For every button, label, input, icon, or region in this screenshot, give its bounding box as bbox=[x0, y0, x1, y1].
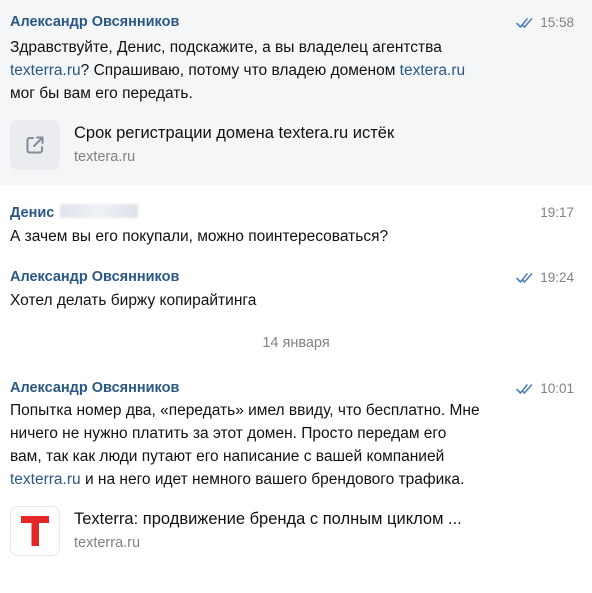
link-textera[interactable]: textera.ru bbox=[400, 62, 465, 79]
text-line: ничего не нужно платить за этот домен. П… bbox=[10, 425, 447, 442]
text-line: Хотел делать биржу копирайтинга bbox=[10, 292, 257, 309]
link-snippet[interactable]: Срок регистрации домена textera.ru истёк… bbox=[10, 120, 578, 172]
author-name: Денис bbox=[10, 205, 55, 221]
text-line: мог бы вам его передать. bbox=[10, 85, 193, 102]
snippet-domain: texterra.ru bbox=[74, 535, 141, 551]
message-text: Хотел делать биржу копирайтинга bbox=[10, 289, 578, 312]
message-time: 10:01 bbox=[540, 381, 574, 396]
message-time: 15:58 bbox=[540, 15, 574, 30]
text-line: Попытка номер два, «передать» имел ввиду… bbox=[10, 402, 480, 419]
message-item: Денис 19:17 А зачем вы его покупали, мож… bbox=[0, 196, 592, 252]
link-texterra[interactable]: texterra.ru bbox=[10, 62, 81, 79]
snippet-title[interactable]: Texterra: продвижение бренда с полным ци… bbox=[74, 510, 462, 529]
link-snippet[interactable]: Texterra: продвижение бренда с полным ци… bbox=[10, 506, 578, 558]
message-author[interactable]: Александр Овсянников bbox=[10, 14, 179, 30]
message-meta: 19:17 bbox=[540, 205, 574, 220]
message-item: Александр Овсянников 15:58 Здравствуйте,… bbox=[0, 0, 592, 185]
message-item: Александр Овсянников 19:24 Хотел делать … bbox=[0, 262, 592, 318]
texterra-logo-icon bbox=[10, 506, 60, 556]
link-texterra[interactable]: texterra.ru bbox=[10, 471, 81, 488]
message-meta: 15:58 bbox=[516, 15, 574, 30]
message-author[interactable]: Денис bbox=[10, 204, 139, 221]
message-author[interactable]: Александр Овсянников bbox=[10, 380, 179, 396]
message-text: Здравствуйте, Денис, подскажите, а вы вл… bbox=[10, 36, 578, 105]
message-text: А зачем вы его покупали, можно поинтерес… bbox=[10, 225, 578, 248]
external-link-icon bbox=[10, 120, 60, 170]
message-time: 19:24 bbox=[540, 270, 574, 285]
message-author[interactable]: Александр Овсянников bbox=[10, 269, 179, 285]
message-item: Александр Овсянников 10:01 Попытка номер… bbox=[0, 372, 592, 587]
message-time: 19:17 bbox=[540, 205, 574, 220]
text-line: А зачем вы его покупали, можно поинтерес… bbox=[10, 228, 389, 245]
message-meta: 19:24 bbox=[516, 270, 574, 285]
text-line: ? Спрашиваю, потому что владею доменом bbox=[80, 62, 400, 79]
snippet-domain: textera.ru bbox=[74, 149, 136, 165]
double-check-icon bbox=[516, 383, 534, 395]
text-line: Здравствуйте, Денис, подскажите, а вы вл… bbox=[10, 39, 442, 56]
date-separator: 14 января bbox=[262, 335, 330, 351]
message-meta: 10:01 bbox=[516, 381, 574, 396]
double-check-icon bbox=[516, 272, 534, 284]
snippet-title[interactable]: Срок регистрации домена textera.ru истёк bbox=[74, 124, 394, 143]
text-line: вам, так как люди путают его написание с… bbox=[10, 448, 445, 465]
text-line: и на него идет немного вашего брендового… bbox=[80, 471, 465, 488]
double-check-icon bbox=[516, 17, 534, 29]
message-text: Попытка номер два, «передать» имел ввиду… bbox=[10, 399, 578, 491]
blurred-surname bbox=[60, 204, 139, 218]
